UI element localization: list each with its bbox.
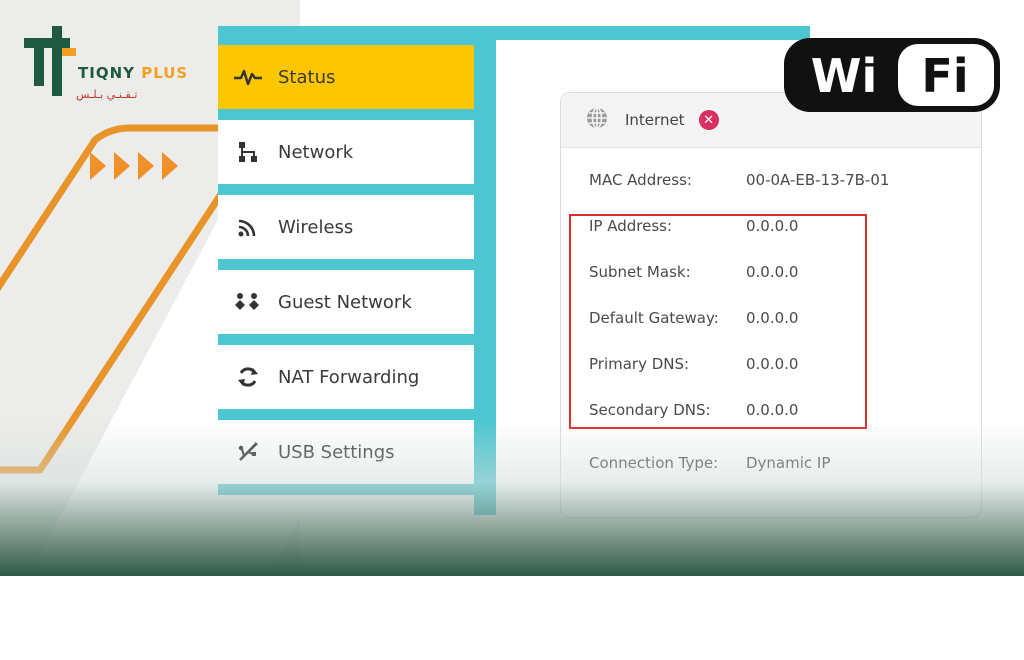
wireless-icon: [232, 215, 264, 239]
sidebar-item-label: Wireless: [278, 216, 354, 238]
nat-forwarding-icon: [232, 365, 264, 389]
sidebar-item-label: NAT Forwarding: [278, 366, 420, 388]
brand-name-part1: TIQNY: [78, 64, 135, 82]
disconnected-x-icon: ✕: [698, 110, 719, 130]
network-icon: [232, 140, 264, 164]
badge-text-right: Fi: [921, 49, 968, 103]
brand-name-arabic: تـقـنـي بـلـس: [76, 88, 138, 101]
status-pulse-icon: [232, 67, 264, 87]
frame-top-bar: [218, 26, 810, 40]
info-row-mac: MAC Address: 00-0A-EB-13-7B-01: [589, 171, 889, 189]
sidebar-item-network[interactable]: Network: [218, 120, 474, 184]
sidebar-item-usb-settings[interactable]: USB Settings: [218, 420, 474, 484]
arrows-icon: [90, 152, 178, 180]
usb-icon: [232, 440, 264, 464]
globe-icon: [585, 106, 609, 134]
sidebar-item-status[interactable]: Status: [218, 45, 474, 109]
red-highlight-box: [569, 214, 867, 429]
info-label: MAC Address:: [589, 171, 692, 189]
badge-text-left: Wi: [811, 49, 878, 103]
panel-title: Internet: [625, 111, 685, 129]
sidebar-item-guest-network[interactable]: Guest Network: [218, 270, 474, 334]
info-value: Dynamic IP: [746, 454, 831, 472]
sidebar-item-label: Guest Network: [278, 291, 412, 313]
sidebar-item-label: Status: [278, 66, 336, 88]
info-label: Connection Type:: [589, 454, 719, 472]
brand-name-part2: PLUS: [141, 64, 189, 82]
brand-name: TIQNY PLUS: [78, 64, 188, 82]
guest-network-icon: [232, 291, 264, 313]
info-value: 00-0A-EB-13-7B-01: [746, 171, 890, 189]
sidebar-item-wireless[interactable]: Wireless: [218, 195, 474, 259]
wifi-badge-icon: Wi Fi: [784, 38, 1000, 112]
frame-divider: [474, 40, 496, 515]
sidebar-item-label: Network: [278, 141, 354, 163]
sidebar-item-nat-forwarding[interactable]: NAT Forwarding: [218, 345, 474, 409]
info-row-connection-type: Connection Type: Dynamic IP: [589, 454, 830, 472]
sidebar-item-label: USB Settings: [278, 441, 395, 463]
